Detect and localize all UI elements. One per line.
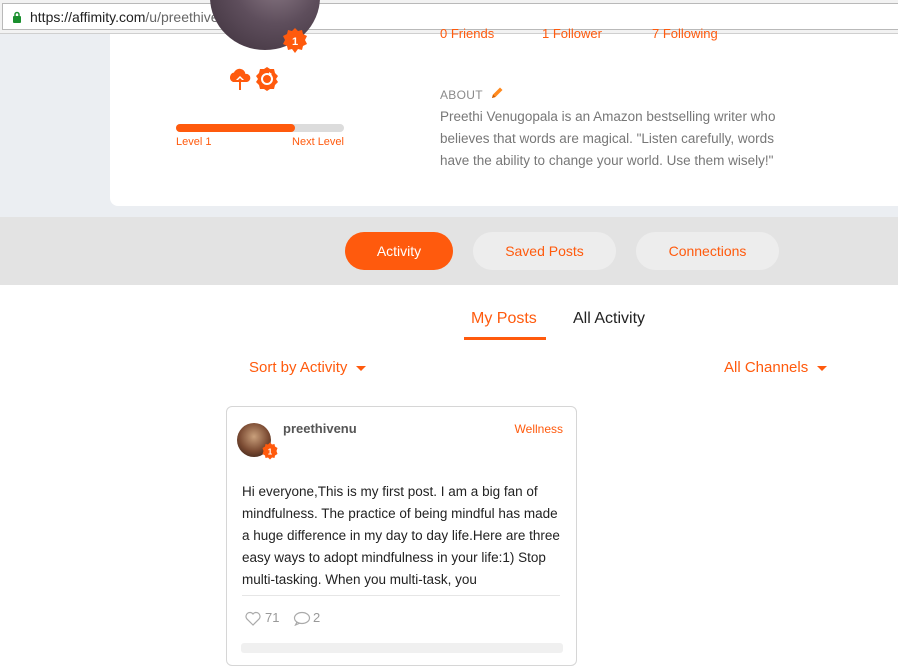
friends-count[interactable]: 0 Friends: [440, 26, 494, 41]
heart-icon[interactable]: [245, 611, 261, 626]
post-card[interactable]: 1 preethivenu Wellness Hi everyone,This …: [226, 406, 577, 666]
level-badge-number: 1: [292, 36, 298, 48]
url-text: https://affimity.com/u/preethivenu: [30, 9, 234, 25]
url-domain: https://affimity.com: [30, 9, 146, 25]
subtab-all-activity[interactable]: All Activity: [573, 310, 645, 328]
about-text: Preethi Venugopala is an Amazon bestsell…: [440, 109, 776, 168]
comment-count: 2: [313, 610, 321, 625]
post-level-number: 1: [268, 448, 273, 457]
post-body[interactable]: Hi everyone,This is my first post. I am …: [242, 481, 564, 591]
post-level-badge: 1: [262, 442, 278, 460]
level-badge: 1: [283, 28, 307, 53]
comment-icon[interactable]: [293, 611, 311, 626]
tab-saved-posts[interactable]: Saved Posts: [473, 232, 616, 270]
about-heading: ABOUT: [440, 88, 483, 102]
tab-activity[interactable]: Activity: [345, 232, 453, 270]
following-count[interactable]: 7 Following: [652, 26, 718, 41]
channel-label: All Channels: [724, 359, 809, 376]
profile-header-area: 1 0 Friends 1 Follower 7 Following Level…: [0, 0, 898, 217]
pencil-icon[interactable]: [490, 86, 504, 100]
profile-card: 1 0 Friends 1 Follower 7 Following Level…: [110, 0, 898, 206]
post-username[interactable]: preethivenu: [283, 421, 357, 436]
tab-connections[interactable]: Connections: [636, 232, 779, 270]
subtab-active-underline: [464, 337, 546, 340]
progress-track: [176, 124, 344, 132]
refresh-badge-icon[interactable]: [255, 66, 279, 92]
upload-cloud-icon[interactable]: [227, 66, 253, 92]
subtab-my-posts[interactable]: My Posts: [471, 310, 537, 328]
post-divider: [242, 595, 560, 596]
post-comment-bar[interactable]: [241, 643, 563, 653]
lock-icon: [13, 11, 21, 23]
progress-fill: [176, 124, 296, 132]
profile-tabs-bar: Activity Saved Posts Connections: [0, 217, 898, 285]
sort-label: Sort by Activity: [249, 359, 348, 376]
next-level-label: Next Level: [292, 136, 344, 148]
like-count: 71: [265, 610, 280, 625]
chevron-down-icon: [356, 365, 367, 371]
chevron-down-icon: [817, 365, 828, 371]
channel-dropdown[interactable]: All Channels: [724, 359, 828, 376]
followers-count[interactable]: 1 Follower: [542, 26, 602, 41]
sort-dropdown[interactable]: Sort by Activity: [249, 359, 367, 376]
post-channel[interactable]: Wellness: [515, 422, 563, 436]
current-level-label: Level 1: [176, 136, 212, 148]
